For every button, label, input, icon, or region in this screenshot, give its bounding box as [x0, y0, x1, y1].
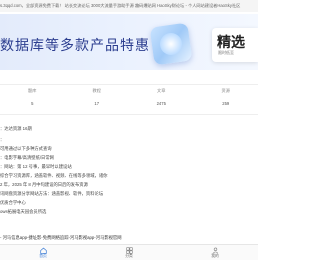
notice-line: 讯网盘资源分享网站方法：涵盖影视、软件，资料论坛 [0, 191, 104, 196]
stat-label: 题库 [28, 88, 37, 93]
notice-line: 优质合学中心 [0, 200, 26, 205]
notice-line: ows拓展电天园会员所选 [0, 209, 47, 214]
nav-home[interactable]: 首页 [0, 245, 86, 260]
category-icon [125, 247, 133, 254]
stat-articles[interactable]: 文章 2475 [129, 86, 194, 110]
stat-label: 文章 [157, 88, 166, 93]
stat-resources[interactable]: 资源 259 [194, 86, 259, 110]
footer-links[interactable]: - 河马信息app-捷址影-免费网络追踪-河马影视app-河马影视官网 [0, 235, 122, 241]
bottom-nav: 首页 分类 我的 [0, 244, 258, 260]
stats-bar: 题库 5 教程 17 文章 2475 资源 259 [0, 86, 258, 110]
notice-title: ：达达资源 16期 [0, 126, 32, 131]
banner-title: 数据库等多款产品特惠 [0, 37, 150, 53]
promo-banner[interactable]: 数据库等多款产品特惠 精选 限时低至 [0, 14, 258, 70]
banner-card-sub: 限时低至 [218, 50, 234, 55]
nav-user[interactable]: 我的 [172, 245, 258, 260]
banner-card[interactable]: 精选 限时低至 [212, 28, 258, 62]
stat-questions[interactable]: 题库 5 [0, 86, 65, 110]
nav-category[interactable]: 分类 [86, 245, 172, 260]
notice-line: 综合学习资源库，涵盖软件、视频、在线等多领域，诸你 [0, 173, 108, 178]
stat-value: 17 [94, 101, 100, 106]
nav-label: 我的 [211, 254, 219, 258]
top-ticker-text[interactable]: s.3qqd.com，全部资源免费下载！ 站长交流论坛 3000大流量手游助手源… [0, 2, 240, 10]
nav-label: 首页 [39, 254, 47, 258]
stat-label: 教程 [92, 88, 101, 93]
notice-line: ：电影字幕/高清壁纸/日常网 [0, 155, 54, 160]
user-icon [212, 247, 218, 254]
stat-value: 2475 [156, 101, 166, 106]
notice-line: 可用通过以下多种方式查询 [0, 146, 52, 151]
stat-label: 资源 [221, 88, 230, 93]
top-notice-bar: s.3qqd.com，全部资源免费下载！ 站长交流论坛 3000大流量手游助手源… [0, 0, 258, 12]
stat-tutorials[interactable]: 教程 17 [65, 86, 130, 110]
banner-card-title: 精选 [217, 34, 245, 50]
home-icon [39, 247, 47, 254]
notice-line: ：网站：第 12 号事，最早时以建设站 [0, 164, 72, 169]
notice-line: 2 年，2025 年 8 月中旬建设的日后的发布资源 [0, 182, 88, 187]
stat-value: 5 [31, 101, 34, 106]
stat-value: 259 [222, 101, 230, 106]
notice-line: ： [0, 137, 5, 142]
divider [0, 114, 258, 115]
divider [0, 84, 258, 85]
banner-graphic [149, 22, 193, 66]
nav-label: 分类 [125, 254, 133, 258]
